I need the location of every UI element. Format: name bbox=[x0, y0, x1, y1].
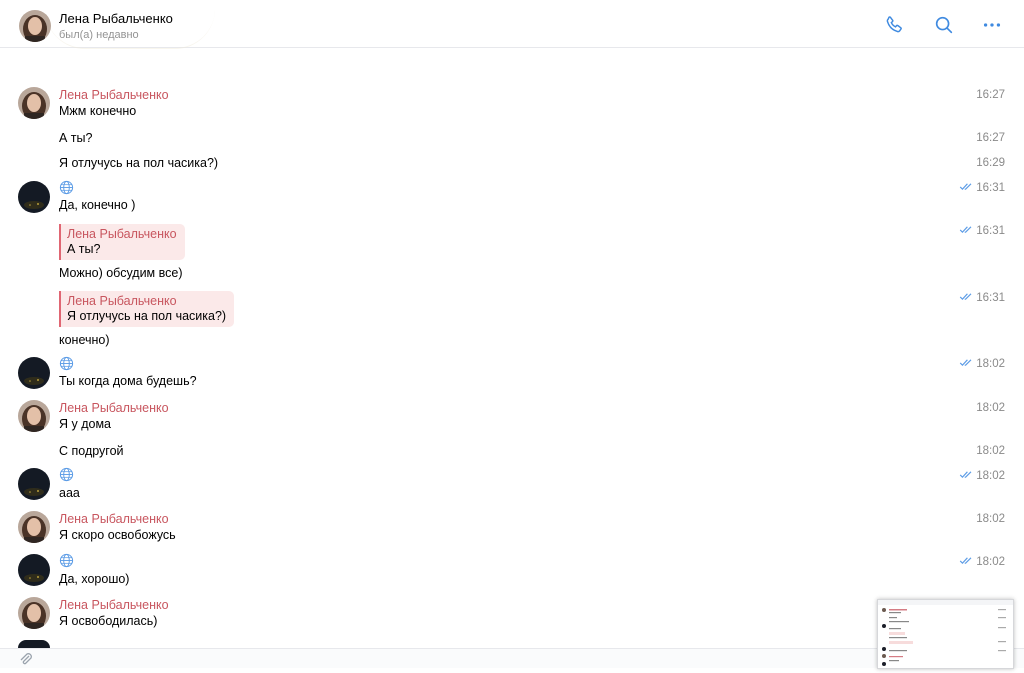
message-time: 16:31 bbox=[959, 225, 1005, 237]
message-text: Я отлучусь на пол часика?) bbox=[59, 156, 219, 170]
message-text: конечно) bbox=[59, 333, 110, 347]
message-text: Ты когда дома будешь? bbox=[59, 374, 197, 388]
globe-icon bbox=[59, 467, 74, 482]
more-icon[interactable] bbox=[981, 14, 1003, 36]
message-text: Да, конечно ) bbox=[59, 198, 136, 212]
avatar[interactable] bbox=[18, 511, 50, 543]
avatar[interactable] bbox=[18, 400, 50, 432]
message-time: 16:31 bbox=[959, 292, 1005, 304]
message-time: 18:02 bbox=[976, 402, 1005, 414]
self-avatar[interactable] bbox=[18, 468, 50, 500]
message-time: 16:31 bbox=[959, 182, 1005, 194]
contact-status: был(а) недавно bbox=[59, 29, 139, 41]
read-check-icon bbox=[960, 226, 972, 234]
reply-text: А ты? bbox=[67, 242, 101, 256]
self-avatar[interactable] bbox=[18, 554, 50, 586]
message-text: Я скоро освобожусь bbox=[59, 528, 176, 542]
message-time: 18:02 bbox=[959, 556, 1005, 568]
message-time: 16:29 bbox=[976, 157, 1005, 169]
attach-icon[interactable] bbox=[18, 652, 34, 668]
chat-header: Лена Рыбальченко был(а) недавно bbox=[0, 0, 1024, 49]
globe-icon bbox=[59, 356, 74, 371]
message-time: 18:02 bbox=[959, 470, 1005, 482]
contact-avatar[interactable] bbox=[19, 10, 51, 42]
reply-author: Лена Рыбальченко bbox=[67, 227, 177, 241]
message-text: Можно) обсудим все) bbox=[59, 266, 183, 280]
screenshot-thumbnail[interactable] bbox=[877, 599, 1014, 669]
reply-text: Я отлучусь на пол часика?) bbox=[67, 309, 227, 323]
read-check-icon bbox=[960, 293, 972, 301]
phone-icon[interactable] bbox=[883, 14, 905, 36]
globe-icon bbox=[59, 180, 74, 195]
message-time: 18:02 bbox=[976, 445, 1005, 457]
read-check-icon bbox=[960, 359, 972, 367]
message-time: 16:27 bbox=[976, 89, 1005, 101]
reply-author: Лена Рыбальченко bbox=[67, 294, 177, 308]
message-author[interactable]: Лена Рыбальченко bbox=[59, 88, 169, 102]
thumbnail-preview-image bbox=[878, 600, 1013, 666]
read-check-icon bbox=[960, 471, 972, 479]
self-avatar[interactable] bbox=[18, 181, 50, 213]
message-text: Я у дома bbox=[59, 417, 112, 431]
self-avatar[interactable] bbox=[18, 357, 50, 389]
message-time: 18:02 bbox=[976, 513, 1005, 525]
message-text: Я освободилась) bbox=[59, 614, 158, 628]
avatar[interactable] bbox=[18, 87, 50, 119]
message-author[interactable]: Лена Рыбальченко bbox=[59, 401, 169, 415]
message-author[interactable]: Лена Рыбальченко bbox=[59, 512, 169, 526]
message-time: 16:27 bbox=[976, 132, 1005, 144]
message-text: А ты? bbox=[59, 131, 93, 145]
contact-name[interactable]: Лена Рыбальченко bbox=[59, 11, 173, 26]
message-text: С подругой bbox=[59, 444, 124, 458]
message-text: Да, хорошо) bbox=[59, 572, 130, 586]
avatar[interactable] bbox=[18, 597, 50, 629]
message-author[interactable]: Лена Рыбальченко bbox=[59, 598, 169, 612]
message-text: ааа bbox=[59, 486, 80, 500]
self-avatar[interactable] bbox=[18, 640, 50, 648]
globe-icon bbox=[59, 553, 74, 568]
read-check-icon bbox=[960, 183, 972, 191]
reply-quote[interactable]: Лена Рыбальченко Я отлучусь на пол часик… bbox=[59, 291, 235, 327]
message-text: Мжм конечно bbox=[59, 104, 137, 118]
read-check-icon bbox=[960, 557, 972, 565]
message-composer[interactable] bbox=[0, 648, 1024, 668]
search-icon[interactable] bbox=[933, 14, 955, 36]
message-time: 18:02 bbox=[959, 358, 1005, 370]
reply-quote[interactable]: Лена Рыбальченко А ты? bbox=[59, 224, 185, 260]
